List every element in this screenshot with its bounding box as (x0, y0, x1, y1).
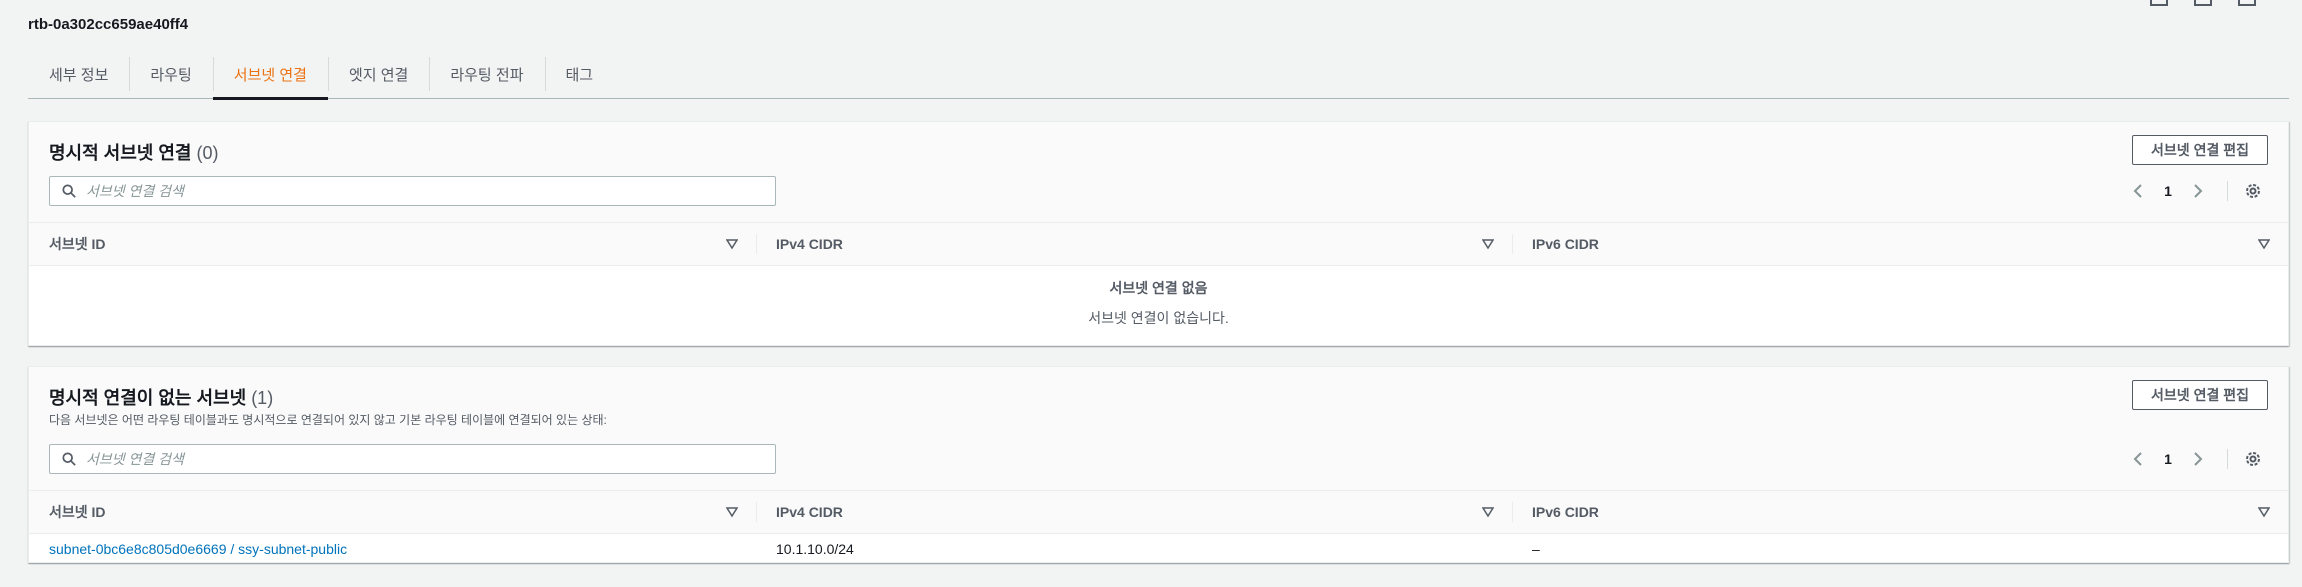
column-ipv6-cidr[interactable]: IPv6 CIDR (1512, 491, 2288, 533)
cell-ipv4-cidr: 10.1.10.0/24 (776, 541, 854, 557)
search-box (49, 444, 776, 474)
header-icons (2150, 0, 2256, 6)
tab-routes[interactable]: 라우팅 (129, 50, 212, 98)
tab-tags[interactable]: 태그 (544, 50, 615, 98)
window-icon[interactable] (2238, 0, 2256, 6)
page-number[interactable]: 1 (2153, 183, 2183, 199)
sort-caret-icon[interactable] (726, 506, 738, 518)
column-ipv4-cidr[interactable]: IPv4 CIDR (756, 491, 1512, 533)
sort-caret-icon[interactable] (2258, 506, 2270, 518)
search-icon (62, 184, 76, 198)
tab-details[interactable]: 세부 정보 (28, 50, 129, 98)
chevron-right-icon[interactable] (2183, 444, 2213, 474)
column-subnet-id[interactable]: 서브넷 ID (29, 223, 756, 265)
column-label: 서브넷 ID (49, 504, 106, 520)
sort-caret-icon[interactable] (1482, 506, 1494, 518)
search-input[interactable] (86, 183, 766, 199)
window-icon[interactable] (2150, 0, 2168, 6)
empty-state: 서브넷 연결 없음 서브넷 연결이 없습니다. (29, 266, 2288, 328)
search-icon (62, 452, 76, 466)
cell-ipv6-cidr: – (1532, 541, 1540, 557)
search-input[interactable] (86, 451, 766, 467)
sort-caret-icon[interactable] (726, 238, 738, 250)
panel-header: 명시적 연결이 없는 서브넷 (1) 다음 서브넷은 어떤 라우팅 테이블과도 … (29, 367, 2288, 490)
column-ipv4-cidr[interactable]: IPv4 CIDR (756, 223, 1512, 265)
table-header: 서브넷 ID IPv4 CIDR IPv6 CIDR (29, 222, 2288, 266)
tab-bar: 세부 정보 라우팅 서브넷 연결 엣지 연결 라우팅 전파 태그 (28, 50, 2289, 100)
panel-count: (1) (251, 388, 274, 408)
table-header: 서브넷 ID IPv4 CIDR IPv6 CIDR (29, 490, 2288, 534)
edit-subnet-associations-button[interactable]: 서브넷 연결 편집 (2132, 135, 2268, 165)
pagination: 1 (2123, 444, 2268, 474)
tab-subnet-associations[interactable]: 서브넷 연결 (212, 50, 329, 100)
column-label: IPv4 CIDR (776, 504, 843, 520)
page-number[interactable]: 1 (2153, 451, 2183, 467)
panel-header: 명시적 서브넷 연결 (0) 서브넷 연결 편집 1 (29, 122, 2288, 222)
explicit-associations-panel: 명시적 서브넷 연결 (0) 서브넷 연결 편집 1 서브넷 ID IPv4 C… (28, 121, 2289, 346)
divider (2227, 449, 2228, 469)
column-label: IPv6 CIDR (1532, 504, 1599, 520)
column-label: IPv6 CIDR (1532, 236, 1599, 252)
window-icon[interactable] (2194, 0, 2212, 6)
panel-count: (0) (196, 143, 219, 163)
chevron-right-icon[interactable] (2183, 176, 2213, 206)
chevron-left-icon[interactable] (2123, 176, 2153, 206)
cell-subnet-id: subnet-0bc6e8c805d0e6669 / ssy-subnet-pu… (29, 541, 756, 557)
tab-route-propagation[interactable]: 라우팅 전파 (429, 50, 544, 98)
route-table-id: rtb-0a302cc659ae40ff4 (28, 16, 189, 33)
divider (2227, 181, 2228, 201)
empty-state-description: 서브넷 연결이 없습니다. (1088, 310, 1229, 326)
gear-icon[interactable] (2238, 176, 2268, 206)
column-ipv6-cidr[interactable]: IPv6 CIDR (1512, 223, 2288, 265)
gear-icon[interactable] (2238, 444, 2268, 474)
implicit-associations-panel: 명시적 연결이 없는 서브넷 (1) 다음 서브넷은 어떤 라우팅 테이블과도 … (28, 366, 2289, 563)
chevron-left-icon[interactable] (2123, 444, 2153, 474)
subnet-link[interactable]: subnet-0bc6e8c805d0e6669 / ssy-subnet-pu… (49, 541, 347, 557)
edit-subnet-associations-button[interactable]: 서브넷 연결 편집 (2132, 380, 2268, 410)
table-row: subnet-0bc6e8c805d0e6669 / ssy-subnet-pu… (29, 534, 2288, 564)
sort-caret-icon[interactable] (2258, 238, 2270, 250)
tab-edge-associations[interactable]: 엣지 연결 (327, 50, 429, 98)
panel-title-text: 명시적 서브넷 연결 (49, 143, 192, 163)
column-label: 서브넷 ID (49, 236, 106, 252)
panel-title-text: 명시적 연결이 없는 서브넷 (49, 388, 247, 408)
sort-caret-icon[interactable] (1482, 238, 1494, 250)
panel-title: 명시적 서브넷 연결 (0) (49, 139, 219, 165)
panel-title: 명시적 연결이 없는 서브넷 (1) (49, 384, 273, 410)
panel-description: 다음 서브넷은 어떤 라우팅 테이블과도 명시적으로 연결되어 있지 않고 기본… (49, 413, 607, 427)
search-box (49, 176, 776, 206)
column-label: IPv4 CIDR (776, 236, 843, 252)
pagination: 1 (2123, 176, 2268, 206)
empty-state-title: 서브넷 연결 없음 (1109, 280, 1208, 296)
column-subnet-id[interactable]: 서브넷 ID (29, 491, 756, 533)
